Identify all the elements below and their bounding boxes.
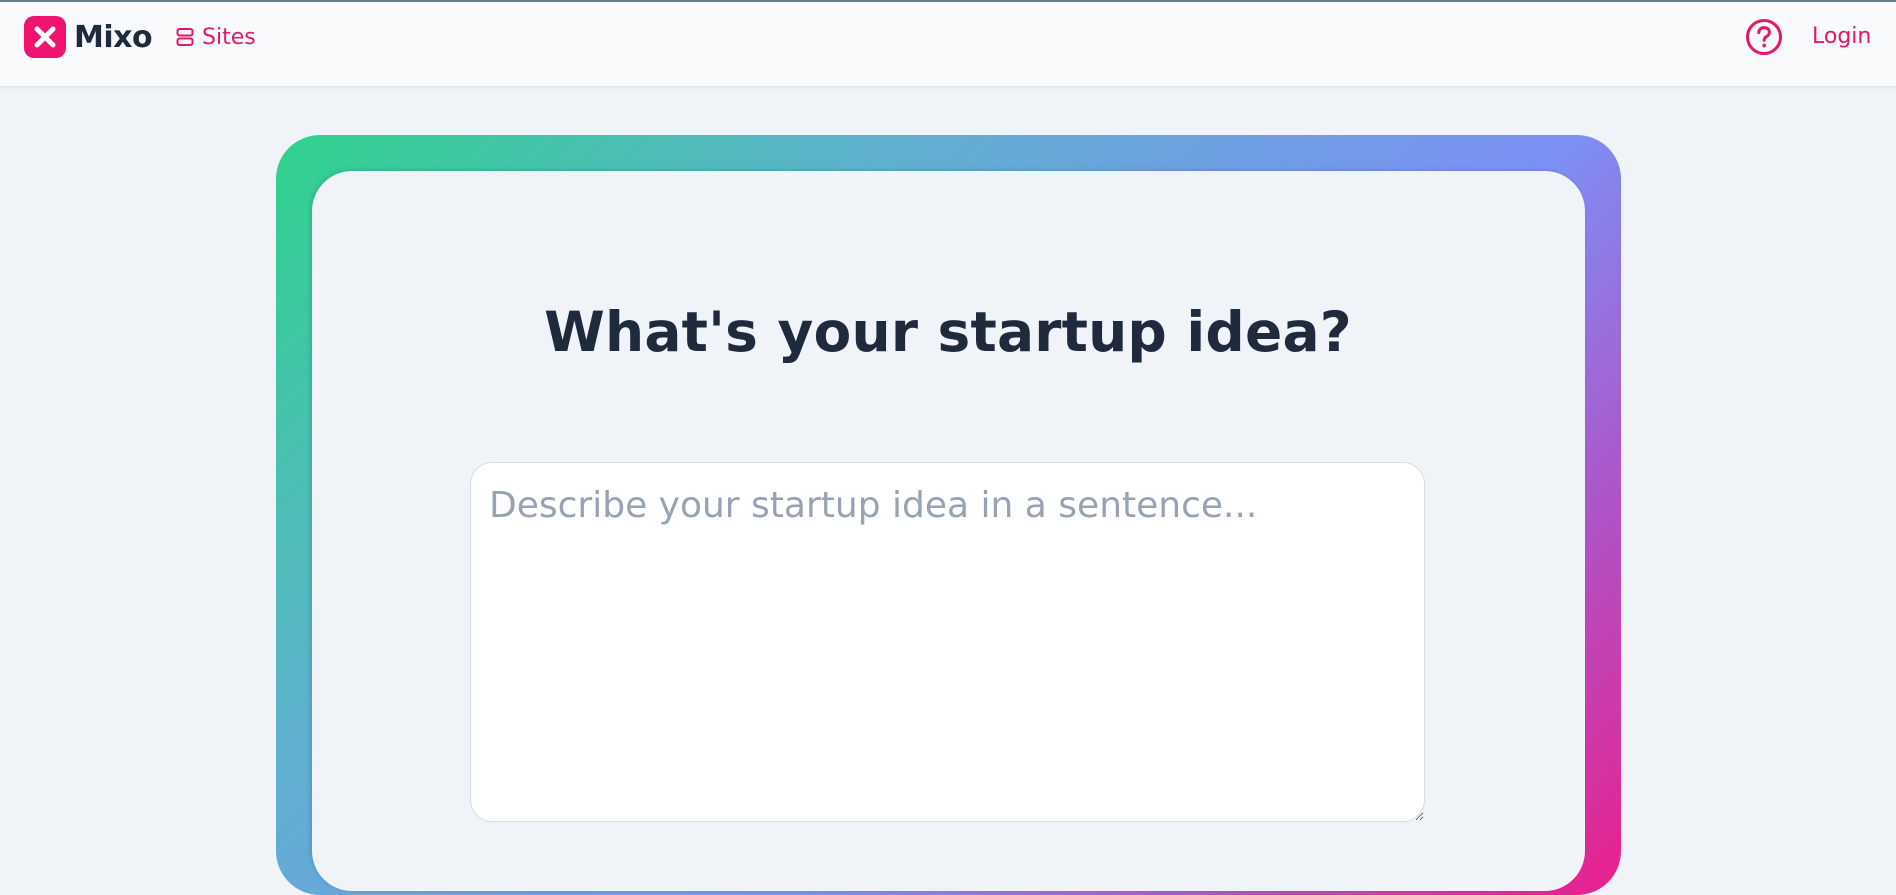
mixo-logo-icon [24,16,66,58]
stacked-layers-icon [176,27,194,47]
login-link[interactable]: Login [1812,22,1871,52]
nav-sites-label: Sites [202,24,256,50]
nav-sites-link[interactable]: Sites [176,22,256,52]
page-title: What's your startup idea? [544,300,1352,364]
brand-name: Mixo [74,19,153,55]
brand-home-link[interactable]: Mixo [24,16,153,58]
question-circle-icon[interactable] [1745,18,1783,56]
top-navbar: Mixo Sites Login [0,0,1896,87]
startup-idea-input[interactable] [470,462,1425,822]
